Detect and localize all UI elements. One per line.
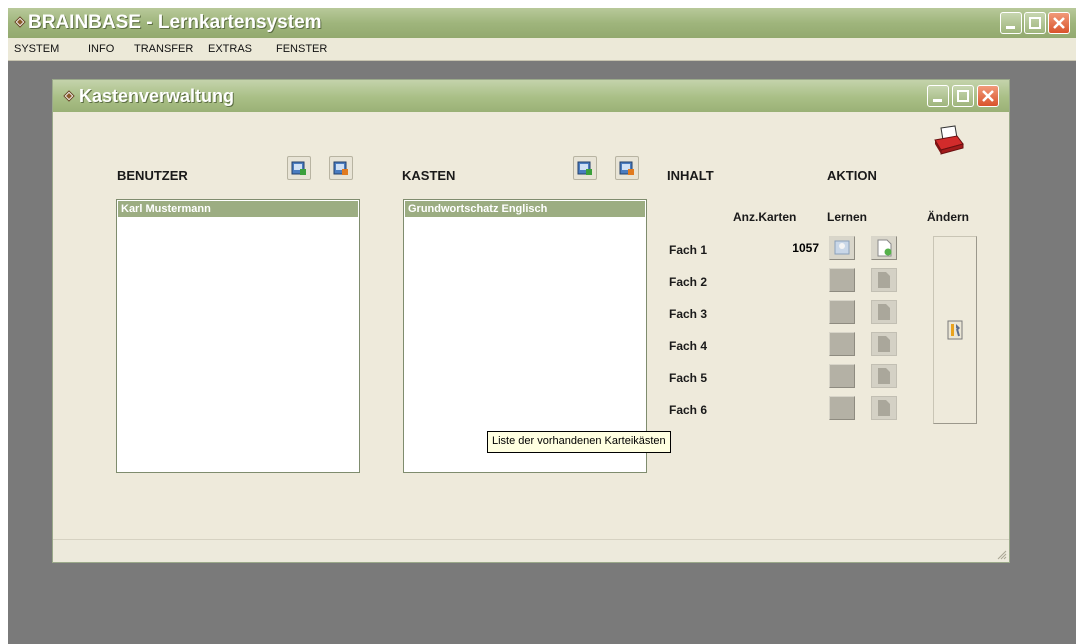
fach-1-edit-button[interactable] bbox=[871, 236, 897, 260]
fach-5-learn-button[interactable] bbox=[829, 364, 855, 388]
fach-2-edit-button[interactable] bbox=[871, 268, 897, 292]
print-button[interactable] bbox=[931, 124, 967, 158]
window-minimize-button[interactable] bbox=[927, 85, 949, 107]
fach-2-learn-button[interactable] bbox=[829, 268, 855, 292]
menu-system[interactable]: SYSTEM bbox=[14, 43, 59, 55]
fach-6-label: Fach 6 bbox=[669, 403, 708, 417]
tools-icon bbox=[947, 320, 963, 340]
document-icon bbox=[878, 368, 890, 384]
fach-1-count: 1057 bbox=[792, 241, 819, 255]
list-item[interactable]: Grundwortschatz Englisch bbox=[405, 201, 645, 217]
maximize-icon bbox=[957, 90, 969, 102]
anz-karten-header: Anz.Karten bbox=[733, 210, 797, 224]
aendern-header: Ändern bbox=[927, 210, 969, 224]
minimize-icon bbox=[1006, 26, 1015, 29]
add-box-button[interactable] bbox=[573, 156, 597, 180]
edit-box-button[interactable] bbox=[615, 156, 639, 180]
resize-grip-icon[interactable] bbox=[995, 548, 1007, 560]
fach-3-learn-button[interactable] bbox=[829, 300, 855, 324]
menu-fenster[interactable]: FENSTER bbox=[276, 43, 327, 55]
fach-2-label: Fach 2 bbox=[669, 275, 708, 289]
status-bar bbox=[53, 539, 1009, 562]
app-close-button[interactable] bbox=[1048, 12, 1070, 34]
inhalt-heading: INHALT bbox=[667, 168, 714, 183]
app-logo-icon bbox=[14, 16, 26, 28]
kastenverwaltung-window: Kastenverwaltung BENUTZER Karl Musterman… bbox=[52, 79, 1010, 563]
fach-4-label: Fach 4 bbox=[669, 339, 708, 353]
lernen-header: Lernen bbox=[827, 210, 868, 224]
fach-5-edit-button[interactable] bbox=[871, 364, 897, 388]
app-maximize-button[interactable] bbox=[1024, 12, 1046, 34]
menu-info[interactable]: INFO bbox=[88, 43, 114, 55]
window-title: Kastenverwaltung bbox=[79, 86, 235, 106]
list-item[interactable]: Karl Mustermann bbox=[118, 201, 358, 217]
printer-icon bbox=[934, 125, 964, 155]
edit-icon bbox=[333, 161, 348, 175]
window-maximize-button[interactable] bbox=[952, 85, 974, 107]
maximize-icon bbox=[1029, 17, 1041, 29]
menu-bar: SYSTEM INFO TRANSFER EXTRAS FENSTER bbox=[8, 38, 1076, 61]
add-user-button[interactable] bbox=[287, 156, 311, 180]
fach-3-edit-button[interactable] bbox=[871, 300, 897, 324]
edit-icon bbox=[619, 161, 634, 175]
benutzer-heading: BENUTZER bbox=[117, 168, 188, 183]
aktion-heading: AKTION bbox=[827, 168, 877, 183]
fach-4-edit-button[interactable] bbox=[871, 332, 897, 356]
child-title-bar[interactable]: Kastenverwaltung bbox=[53, 80, 1009, 112]
app-title: BRAINBASE - Lernkartensystem bbox=[28, 12, 322, 33]
fach-1-learn-button[interactable] bbox=[829, 236, 855, 260]
app-title-bar[interactable]: BRAINBASE - Lernkartensystem bbox=[8, 8, 1076, 38]
document-icon bbox=[878, 272, 890, 288]
benutzer-list[interactable]: Karl Mustermann bbox=[116, 199, 360, 473]
tooltip: Liste der vorhandenen Karteikästen bbox=[487, 431, 671, 453]
fach-6-edit-button[interactable] bbox=[871, 396, 897, 420]
close-icon bbox=[982, 90, 994, 102]
fach-6-learn-button[interactable] bbox=[829, 396, 855, 420]
edit-user-button[interactable] bbox=[329, 156, 353, 180]
menu-extras[interactable]: EXTRAS bbox=[208, 43, 252, 55]
document-icon bbox=[878, 304, 890, 320]
app-minimize-button[interactable] bbox=[1000, 12, 1022, 34]
close-icon bbox=[1053, 17, 1065, 29]
add-icon bbox=[577, 161, 592, 175]
learn-icon bbox=[834, 240, 850, 255]
document-icon bbox=[878, 400, 890, 416]
kasten-heading: KASTEN bbox=[402, 168, 456, 183]
minimize-icon bbox=[933, 99, 942, 102]
fach-3-label: Fach 3 bbox=[669, 307, 708, 321]
aendern-button[interactable] bbox=[933, 236, 977, 424]
window-close-button[interactable] bbox=[977, 85, 999, 107]
fach-5-label: Fach 5 bbox=[669, 371, 708, 385]
document-icon bbox=[878, 336, 890, 352]
window-logo-icon bbox=[63, 90, 75, 102]
fach-1-label: Fach 1 bbox=[669, 243, 708, 257]
menu-transfer[interactable]: TRANSFER bbox=[134, 43, 193, 55]
fach-4-learn-button[interactable] bbox=[829, 332, 855, 356]
add-icon bbox=[291, 161, 306, 175]
edit-card-icon bbox=[877, 239, 892, 257]
